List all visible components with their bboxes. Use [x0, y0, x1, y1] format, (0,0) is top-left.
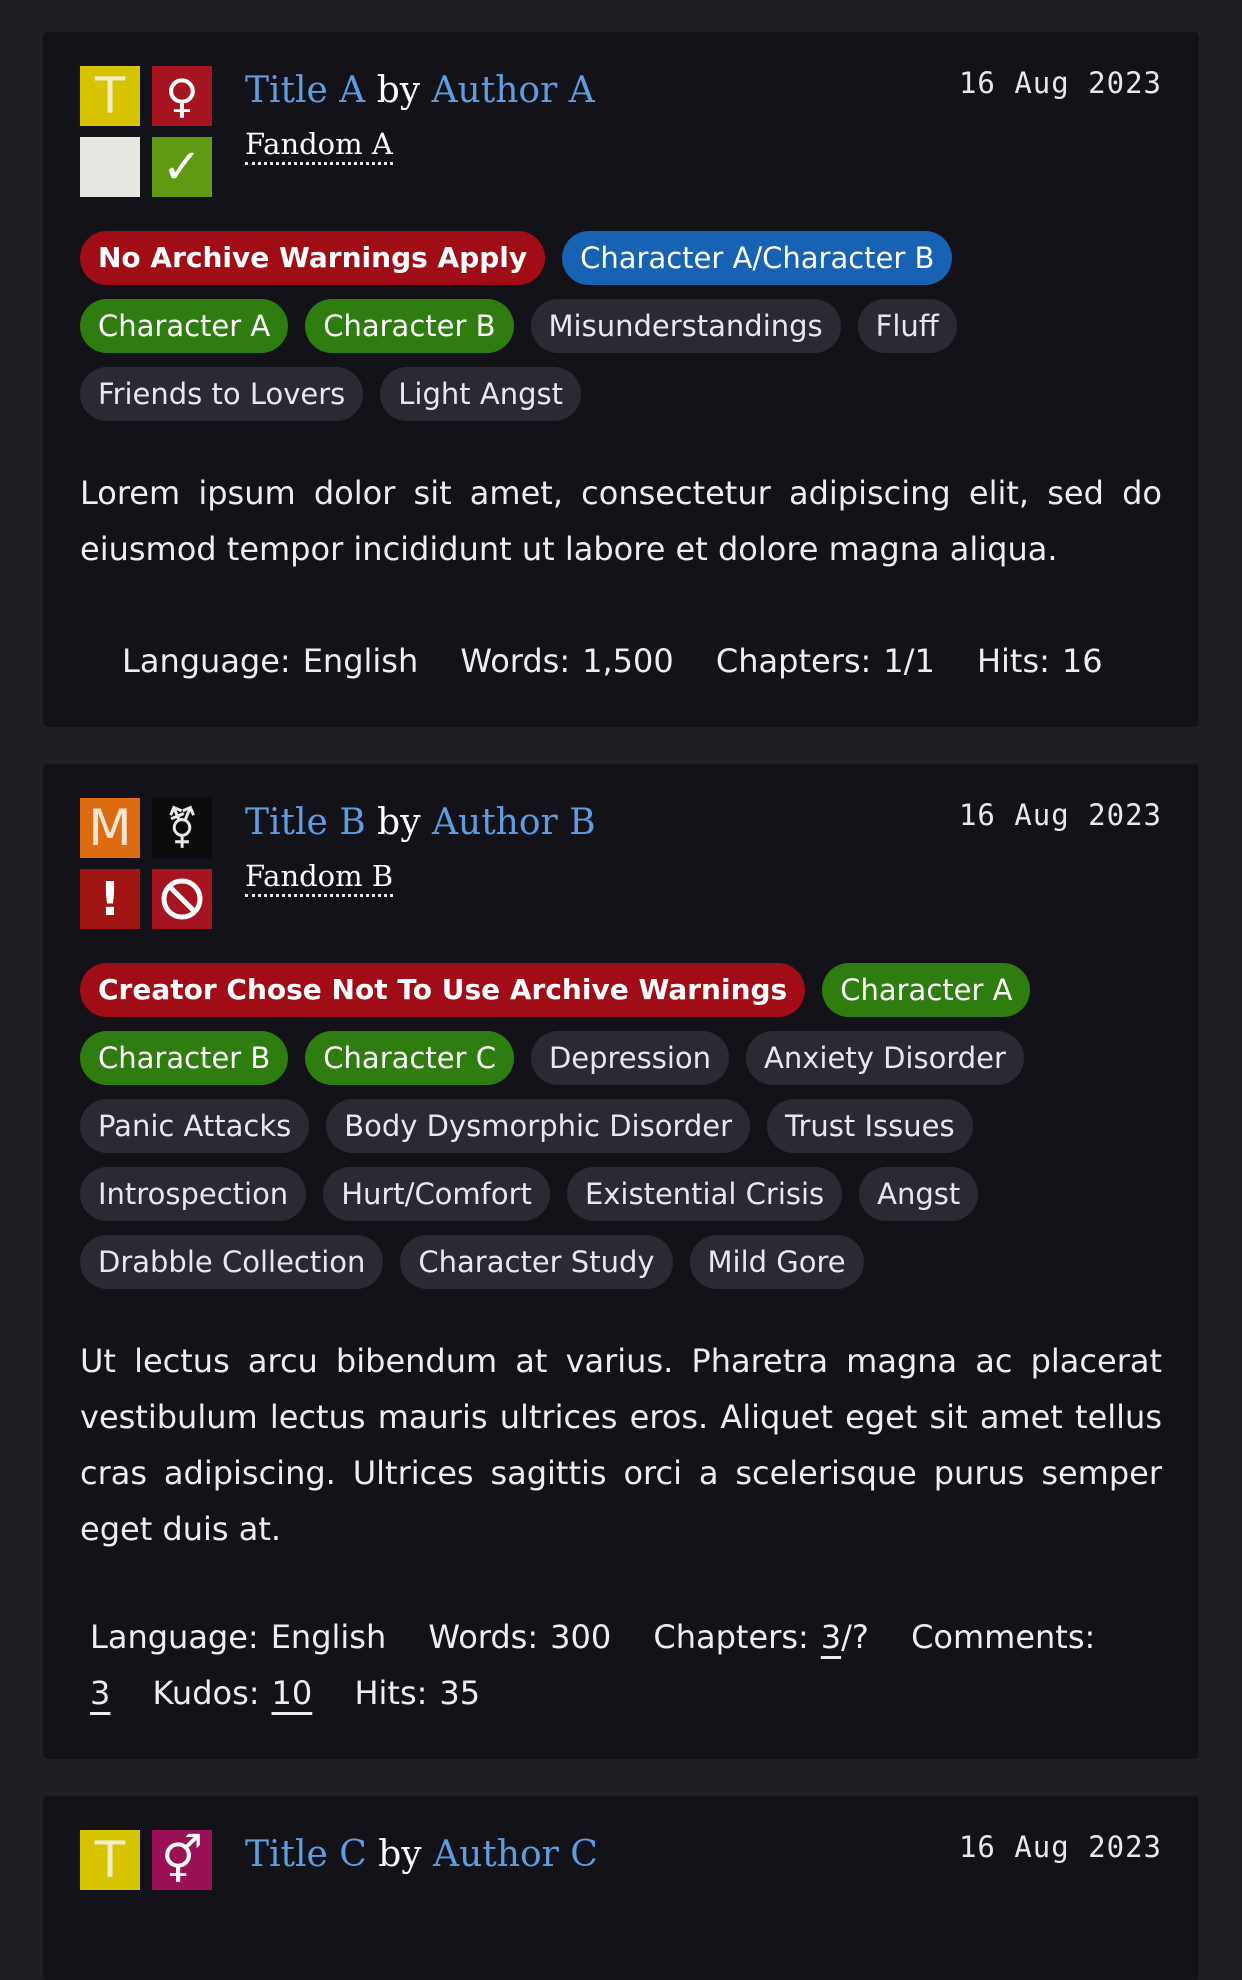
rating-teen-icon[interactable]: T [80, 66, 140, 126]
by-text: by [376, 70, 421, 111]
work-date: 16 Aug 2023 [958, 798, 1162, 832]
character-tag[interactable]: Character B [80, 1031, 289, 1085]
freeform-tag[interactable]: Character Study [400, 1235, 673, 1289]
work-heading: Title A by Author A [245, 68, 595, 114]
work-title-link[interactable]: Title A [245, 70, 365, 111]
words-value: 300 [550, 1618, 612, 1656]
freeform-tag[interactable]: Friends to Lovers [80, 367, 364, 421]
language-value: English [270, 1618, 387, 1656]
warnings-none-icon[interactable] [80, 137, 140, 197]
fandom-link[interactable]: Fandom B [245, 858, 394, 897]
freeform-tag[interactable]: Light Angst [380, 367, 581, 421]
freeform-tag[interactable]: Angst [859, 1167, 979, 1221]
freeform-tag[interactable]: Panic Attacks [80, 1099, 310, 1153]
work-title-link[interactable]: Title B [245, 802, 366, 843]
hits-value: 16 [1061, 642, 1103, 680]
character-tag[interactable]: Character C [305, 1031, 514, 1085]
tag-list: Creator Chose Not To Use Archive Warning… [80, 963, 1162, 1289]
kudos-label: Kudos: [152, 1674, 260, 1712]
work-summary: Ut lectus arcu bibendum at varius. Phare… [80, 1342, 1162, 1548]
category-mixed-icon[interactable]: ⚥ [152, 1830, 212, 1890]
freeform-tag[interactable]: Existential Crisis [566, 1167, 843, 1221]
words-value: 1,500 [582, 642, 674, 680]
work-stats: Language: English Words: 1,500 Chapters: 1/… [80, 633, 1162, 689]
work-blurb: 16 Aug 2023 M ⚧ ! Title B by Author B Fa… [43, 764, 1199, 1759]
category-female-icon[interactable]: ♀ [152, 66, 212, 126]
work-heading: Title B by Author B [245, 800, 596, 846]
words-label: Words: [460, 642, 571, 680]
fandom-link[interactable]: Fandom A [245, 126, 393, 165]
kudos-link[interactable]: 10 [272, 1674, 313, 1712]
language-label: Language: [90, 1618, 259, 1656]
chapters-label: Chapters: [715, 642, 872, 680]
work-list: 16 Aug 2023 T ♀ ✓ Title A by Author A Fa… [0, 0, 1242, 1980]
work-date: 16 Aug 2023 [958, 1830, 1162, 1864]
chapters-current-link[interactable]: 3 [821, 1618, 841, 1656]
character-tag[interactable]: Character A [822, 963, 1031, 1017]
work-date: 16 Aug 2023 [958, 66, 1162, 100]
character-tag[interactable]: Character A [80, 299, 289, 353]
by-text: by [377, 802, 421, 843]
prohibited-icon [161, 878, 203, 920]
language-label: Language: [122, 642, 291, 680]
category-multi-icon[interactable]: ⚧ [152, 798, 212, 858]
freeform-tag[interactable]: Fluff [857, 299, 957, 353]
rating-mature-icon[interactable]: M [80, 798, 140, 858]
freeform-tag[interactable]: Drabble Collection [80, 1235, 384, 1289]
hits-label: Hits: [354, 1674, 428, 1712]
freeform-tag[interactable]: Body Dysmorphic Disorder [326, 1099, 751, 1153]
rating-teen-icon[interactable]: T [80, 1830, 140, 1890]
work-blurb: 16 Aug 2023 T ♀ ✓ Title A by Author A Fa… [43, 32, 1199, 727]
required-tags: T ⚥ [80, 1830, 212, 1961]
freeform-tag[interactable]: Mild Gore [689, 1235, 864, 1289]
language-value: English [302, 642, 419, 680]
relationship-tag[interactable]: Character A/Character B [562, 231, 953, 285]
warnings-exclamation-icon[interactable]: ! [80, 869, 140, 929]
work-stats: Language: English Words: 300 Chapters: 3/? … [80, 1609, 1162, 1721]
tag-list: No Archive Warnings Apply Character A/Ch… [80, 231, 1162, 421]
author-link[interactable]: Author C [433, 1834, 598, 1875]
freeform-tag[interactable]: Misunderstandings [530, 299, 841, 353]
by-text: by [378, 1834, 422, 1875]
chapters-label: Chapters: [653, 1618, 809, 1656]
work-blurb: 16 Aug 2023 T ⚥ Title C by Author C [43, 1796, 1199, 1980]
required-tags: T ♀ ✓ [80, 66, 212, 197]
freeform-tag[interactable]: Introspection [80, 1167, 307, 1221]
warning-tag[interactable]: No Archive Warnings Apply [80, 231, 546, 285]
author-link[interactable]: Author A [432, 70, 595, 111]
hits-label: Hits: [976, 642, 1050, 680]
chapters-value: 1/1 [883, 642, 935, 680]
character-tag[interactable]: Character B [305, 299, 514, 353]
complete-check-icon[interactable]: ✓ [152, 137, 212, 197]
comments-label: Comments: [911, 1618, 1096, 1656]
hits-value: 35 [439, 1674, 481, 1712]
comments-link[interactable]: 3 [90, 1674, 110, 1712]
freeform-tag[interactable]: Depression [530, 1031, 730, 1085]
incomplete-prohibited-icon[interactable] [152, 869, 212, 929]
words-label: Words: [428, 1618, 539, 1656]
work-summary: Lorem ipsum dolor sit amet, consectetur … [80, 474, 1162, 568]
warning-tag[interactable]: Creator Chose Not To Use Archive Warning… [80, 963, 806, 1017]
required-tags: M ⚧ ! [80, 798, 212, 929]
work-title-link[interactable]: Title C [245, 1834, 367, 1875]
chapters-total: /? [841, 1618, 869, 1656]
author-link[interactable]: Author B [432, 802, 596, 843]
freeform-tag[interactable]: Anxiety Disorder [746, 1031, 1024, 1085]
freeform-tag[interactable]: Trust Issues [767, 1099, 973, 1153]
work-heading: Title C by Author C [245, 1832, 598, 1878]
freeform-tag[interactable]: Hurt/Comfort [323, 1167, 550, 1221]
